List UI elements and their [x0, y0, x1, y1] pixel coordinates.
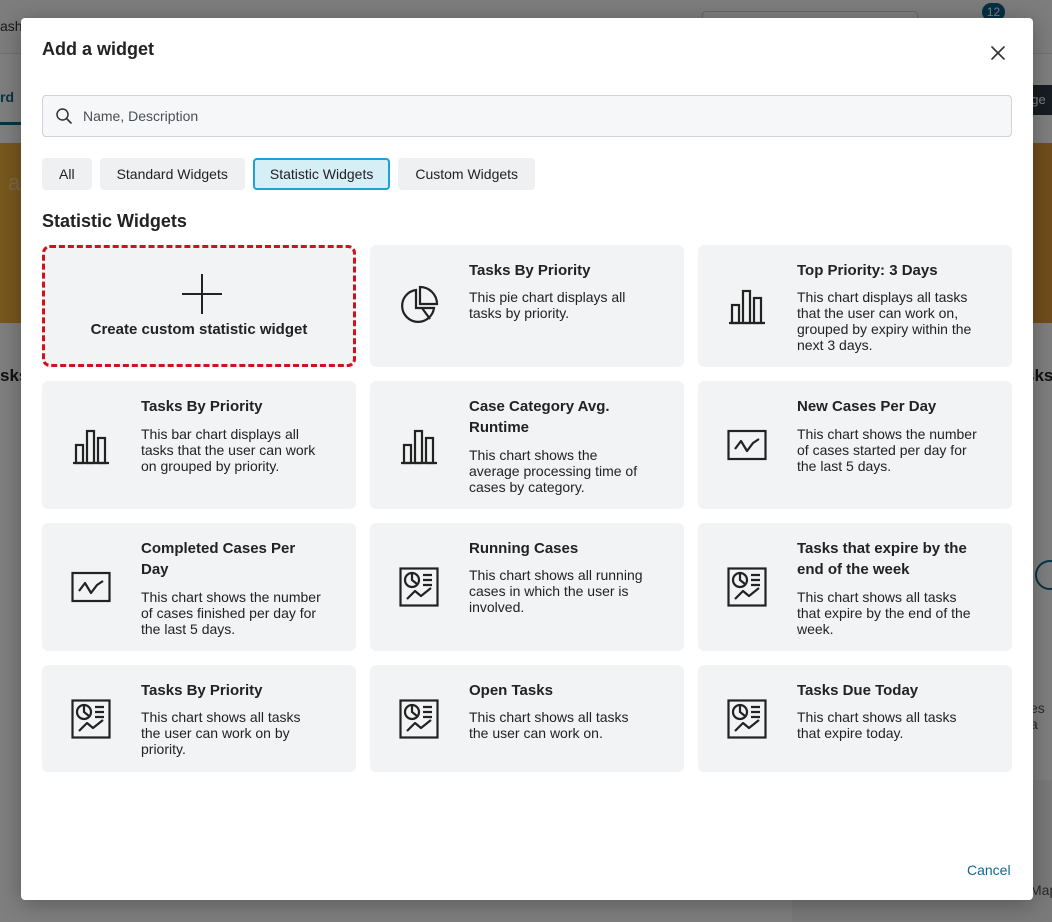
bar-chart-icon — [726, 284, 768, 326]
line-chart-icon — [726, 424, 768, 466]
widget-title: Completed Cases Per Day — [141, 540, 296, 578]
widget-card[interactable]: Open Tasks This chart shows all tasks th… — [370, 665, 684, 772]
line-chart-icon — [70, 566, 112, 608]
widget-card[interactable]: Running Cases This chart shows all runni… — [370, 523, 684, 651]
dialog-title: Add a widget — [42, 39, 154, 59]
cancel-button[interactable]: Cancel — [967, 862, 1011, 878]
widget-title: Case Category Avg. Runtime — [469, 398, 610, 436]
widget-description: This chart shows all tasks the user can … — [469, 709, 629, 741]
widget-title: Top Priority: 3 Days — [797, 262, 938, 279]
filter-chips: All Standard Widgets Statistic Widgets C… — [42, 158, 543, 190]
create-widget-label: Create custom statistic widget — [90, 321, 308, 338]
widget-title: New Cases Per Day — [797, 398, 937, 415]
widget-description: This chart shows the number of cases fin… — [141, 589, 321, 637]
widget-description: This chart shows all running cases in wh… — [469, 567, 643, 615]
bar-chart-icon — [398, 424, 440, 466]
widget-card[interactable]: Tasks that expire by the end of the week… — [698, 523, 1012, 651]
widget-description: This chart shows all tasks the user can … — [141, 709, 301, 757]
report-icon — [398, 566, 440, 608]
search-field[interactable] — [42, 95, 1012, 137]
widget-card[interactable]: New Cases Per Day This chart shows the n… — [698, 381, 1012, 509]
create-custom-widget-card[interactable]: Create custom statistic widget — [42, 245, 356, 367]
widget-title: Tasks By Priority — [141, 398, 263, 415]
filter-statistic-widgets[interactable]: Statistic Widgets — [252, 158, 391, 190]
add-widget-dialog: Add a widget All Standard Widgets Statis… — [21, 18, 1033, 900]
widget-description: This bar chart displays all tasks that t… — [141, 426, 316, 474]
widget-title: Open Tasks — [469, 682, 553, 699]
widget-title: Tasks By Priority — [469, 262, 591, 279]
widget-card[interactable]: Completed Cases Per Day This chart shows… — [42, 523, 356, 651]
widget-title: Running Cases — [469, 540, 579, 557]
widget-description: This chart shows all tasks that expire t… — [797, 709, 957, 741]
widget-title: Tasks By Priority — [141, 682, 263, 699]
pie-chart-icon — [398, 284, 440, 326]
widget-card[interactable]: Tasks By Priority This bar chart display… — [42, 381, 356, 509]
search-input[interactable] — [83, 108, 983, 124]
widget-card[interactable]: Case Category Avg. Runtime This chart sh… — [370, 381, 684, 509]
widget-title: Tasks Due Today — [797, 682, 919, 699]
plus-icon — [182, 274, 222, 314]
filter-all[interactable]: All — [42, 158, 92, 190]
bar-chart-icon — [70, 424, 112, 466]
widget-description: This chart shows the number of cases sta… — [797, 426, 977, 474]
report-icon — [726, 698, 768, 740]
widget-description: This chart shows all tasks that expire b… — [797, 589, 971, 637]
widget-description: This pie chart displays all tasks by pri… — [469, 289, 626, 321]
filter-standard-widgets[interactable]: Standard Widgets — [99, 158, 245, 190]
widget-description: This chart shows the average processing … — [469, 447, 638, 495]
widget-card[interactable]: Tasks By Priority This pie chart display… — [370, 245, 684, 367]
report-icon — [726, 566, 768, 608]
widget-card[interactable]: Tasks By Priority This chart shows all t… — [42, 665, 356, 772]
close-button[interactable] — [985, 40, 1011, 66]
filter-custom-widgets[interactable]: Custom Widgets — [398, 158, 536, 190]
report-icon — [398, 698, 440, 740]
widget-title: Tasks that expire by the end of the week — [797, 540, 967, 578]
widget-card[interactable]: Tasks Due Today This chart shows all tas… — [698, 665, 1012, 772]
search-icon — [55, 107, 73, 125]
widget-card[interactable]: Top Priority: 3 Days This chart displays… — [698, 245, 1012, 367]
section-title: Statistic Widgets — [42, 211, 187, 231]
widget-description: This chart displays all tasks that the u… — [797, 289, 972, 353]
close-icon — [991, 46, 1005, 60]
report-icon — [70, 698, 112, 740]
